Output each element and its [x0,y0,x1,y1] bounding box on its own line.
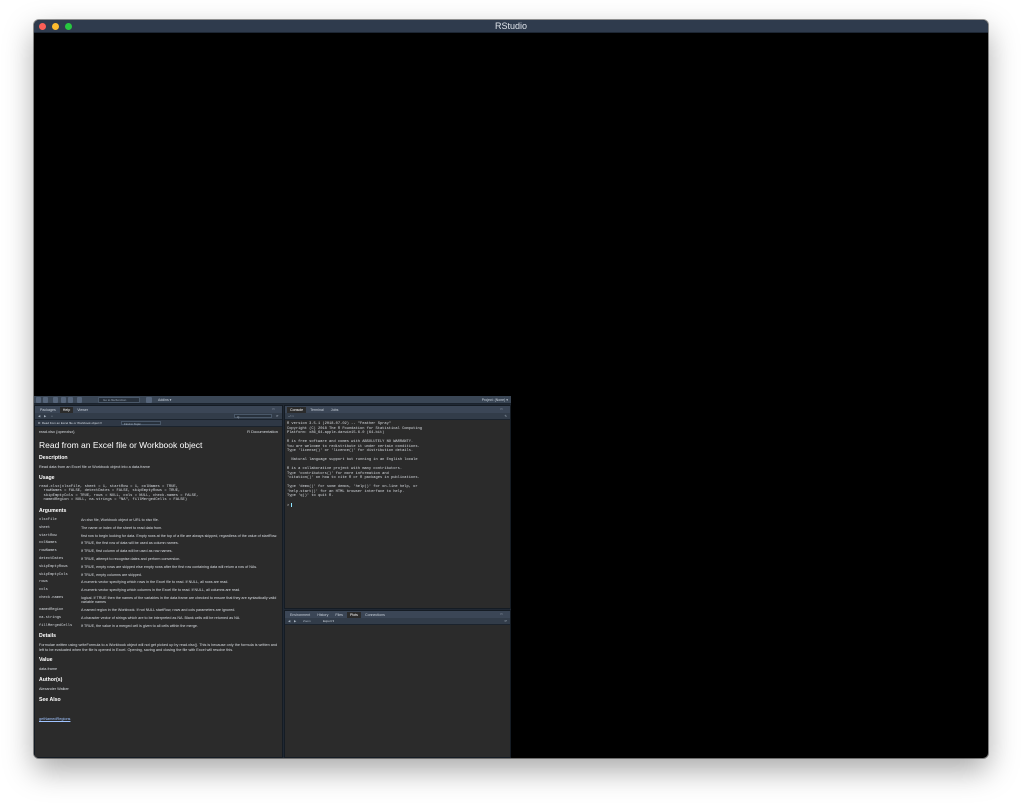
argument-row: colNames If TRUE, the first row of data w… [39,541,179,546]
argument-row: na.strings A character vector of strings … [39,615,241,620]
goto-file-input[interactable]: Go to file/function [98,397,140,403]
argument-row: check.names logical. If TRUE then the nam… [39,595,277,605]
next-plot-icon[interactable]: ▶ [294,619,296,623]
main-toolbar: Go to file/function Addins ▾ Project: (N… [34,396,511,404]
argument-row: namedRegion A named region in the Workboo… [39,608,236,613]
plots-pane-tabs: Environment History Files Plots Connecti… [285,611,510,618]
value-text: data.frame [39,667,58,672]
console-maximize-icon[interactable]: ▭ [500,407,508,411]
help-content: read.xlsx {openxlsx} R Documentation Rea… [39,429,278,757]
rstudio-app: Go to file/function Addins ▾ Project: (N… [34,396,511,758]
clear-console-icon[interactable]: ✎ [504,414,507,418]
authors-text: Alexander Walker [39,686,69,691]
addins-menu[interactable]: Addins ▾ [158,396,171,404]
help-doc-label: R Documentation [247,429,278,434]
argument-row: cols A numeric vector specifying which co… [39,588,241,593]
save-icon[interactable] [61,397,66,403]
text-cursor [291,503,293,507]
argument-row: rowNames If TRUE, first column of data wi… [39,549,173,554]
window-title: RStudio [494,21,528,31]
forward-icon[interactable]: ▶ [44,414,46,418]
help-search-input[interactable]: Q [234,414,272,419]
see-also-link[interactable]: getNamedRegions [39,717,70,721]
help-title: Read from an Excel file or Workbook obje… [39,440,203,450]
value-heading: Value [39,657,53,664]
see-also-heading: See Also [39,696,61,703]
argument-row: startRow first row to begin looking for d… [39,533,278,538]
new-project-icon[interactable] [43,397,48,403]
details-heading: Details [39,633,57,640]
print-icon[interactable] [77,397,82,403]
console-path: ~/ ⇨ [288,414,294,418]
description-text: Read data from an Excel file or Workbook… [39,465,150,469]
plots-pane: Environment History Files Plots Connecti… [284,610,511,758]
zoom-button[interactable]: Zoom [303,619,311,623]
help-pane-tabs: Packages Help Viewer [35,406,282,413]
export-menu[interactable]: Export ▾ [323,619,334,623]
find-in-topic-input[interactable]: Find in Topic [121,421,161,426]
argument-row: skipEmptyRows If TRUE, empty rows are ski… [39,564,258,569]
usage-code: read.xlsx(xlsxFile, sheet = 1, startRow … [39,484,199,503]
help-pane: Packages Help Viewer ▭ ◀ ▶ ⌂ Q ⟳ R: Read… [34,405,283,758]
details-text: Formulae written using writeFormula to a… [39,643,278,652]
back-icon[interactable]: ◀ [38,414,40,418]
argument-row: xlsxFile An xlsx file, Workbook object or… [39,517,159,522]
grid-layout-icon[interactable] [146,397,152,403]
save-all-icon[interactable] [68,397,73,403]
new-file-icon[interactable] [36,397,41,403]
project-menu[interactable]: Project: (None) ▾ [482,396,508,404]
help-toolbar: ◀ ▶ ⌂ Q ⟳ [35,413,282,420]
rstudio-window: RStudio Go to file/function Addins ▾ Pro… [34,20,988,758]
plots-toolbar: ◀ ▶ Zoom Export ▾ ⟳ [285,618,510,625]
description-heading: Description [39,455,68,461]
help-header: read.xlsx {openxlsx} R Documentation [39,429,278,434]
home-icon[interactable]: ⌂ [51,414,53,418]
arguments-heading: Arguments [39,507,67,514]
help-topic-bar: R: Read from an Excel file or Workbook o… [35,420,282,427]
usage-heading: Usage [39,474,55,481]
console-prompt[interactable]: > [287,503,508,508]
argument-row: skipEmptyCols If TRUE, empty columns are … [39,572,143,577]
argument-row: fillMergedCells If TRUE, the value in a m… [39,623,198,628]
help-package-label: read.xlsx {openxlsx} [39,429,75,434]
refresh-plot-icon[interactable]: ⟳ [504,619,507,623]
prev-plot-icon[interactable]: ◀ [288,619,290,623]
open-file-icon[interactable] [53,397,58,403]
arguments-list: xlsxFile An xlsx file, Workbook object or… [39,518,278,628]
plots-maximize-icon[interactable]: ▭ [500,612,508,616]
pane-maximize-icon[interactable]: ▭ [272,407,280,411]
console-pane-tabs: Console Terminal Jobs [285,406,510,413]
console-output[interactable]: R version 3.5.1 (2018-07-02) -- "Feather… [287,422,508,608]
authors-heading: Author(s) [39,676,63,683]
console-path-bar: ~/ ⇨ ✎ [285,413,510,420]
console-pane: Console Terminal Jobs ▭ ~/ ⇨ ✎ R version… [284,405,511,609]
topic-selector[interactable]: R: Read from an Excel file or Workbook o… [38,421,102,425]
title-bar: RStudio [34,20,988,33]
argument-row: rows A numeric vector specifying which ro… [39,580,229,585]
refresh-icon[interactable]: ⟳ [276,414,279,418]
argument-row: detectDates If TRUE, attempt to recognise… [39,556,181,561]
argument-row: sheet The name or index of the sheet to r… [39,525,163,530]
